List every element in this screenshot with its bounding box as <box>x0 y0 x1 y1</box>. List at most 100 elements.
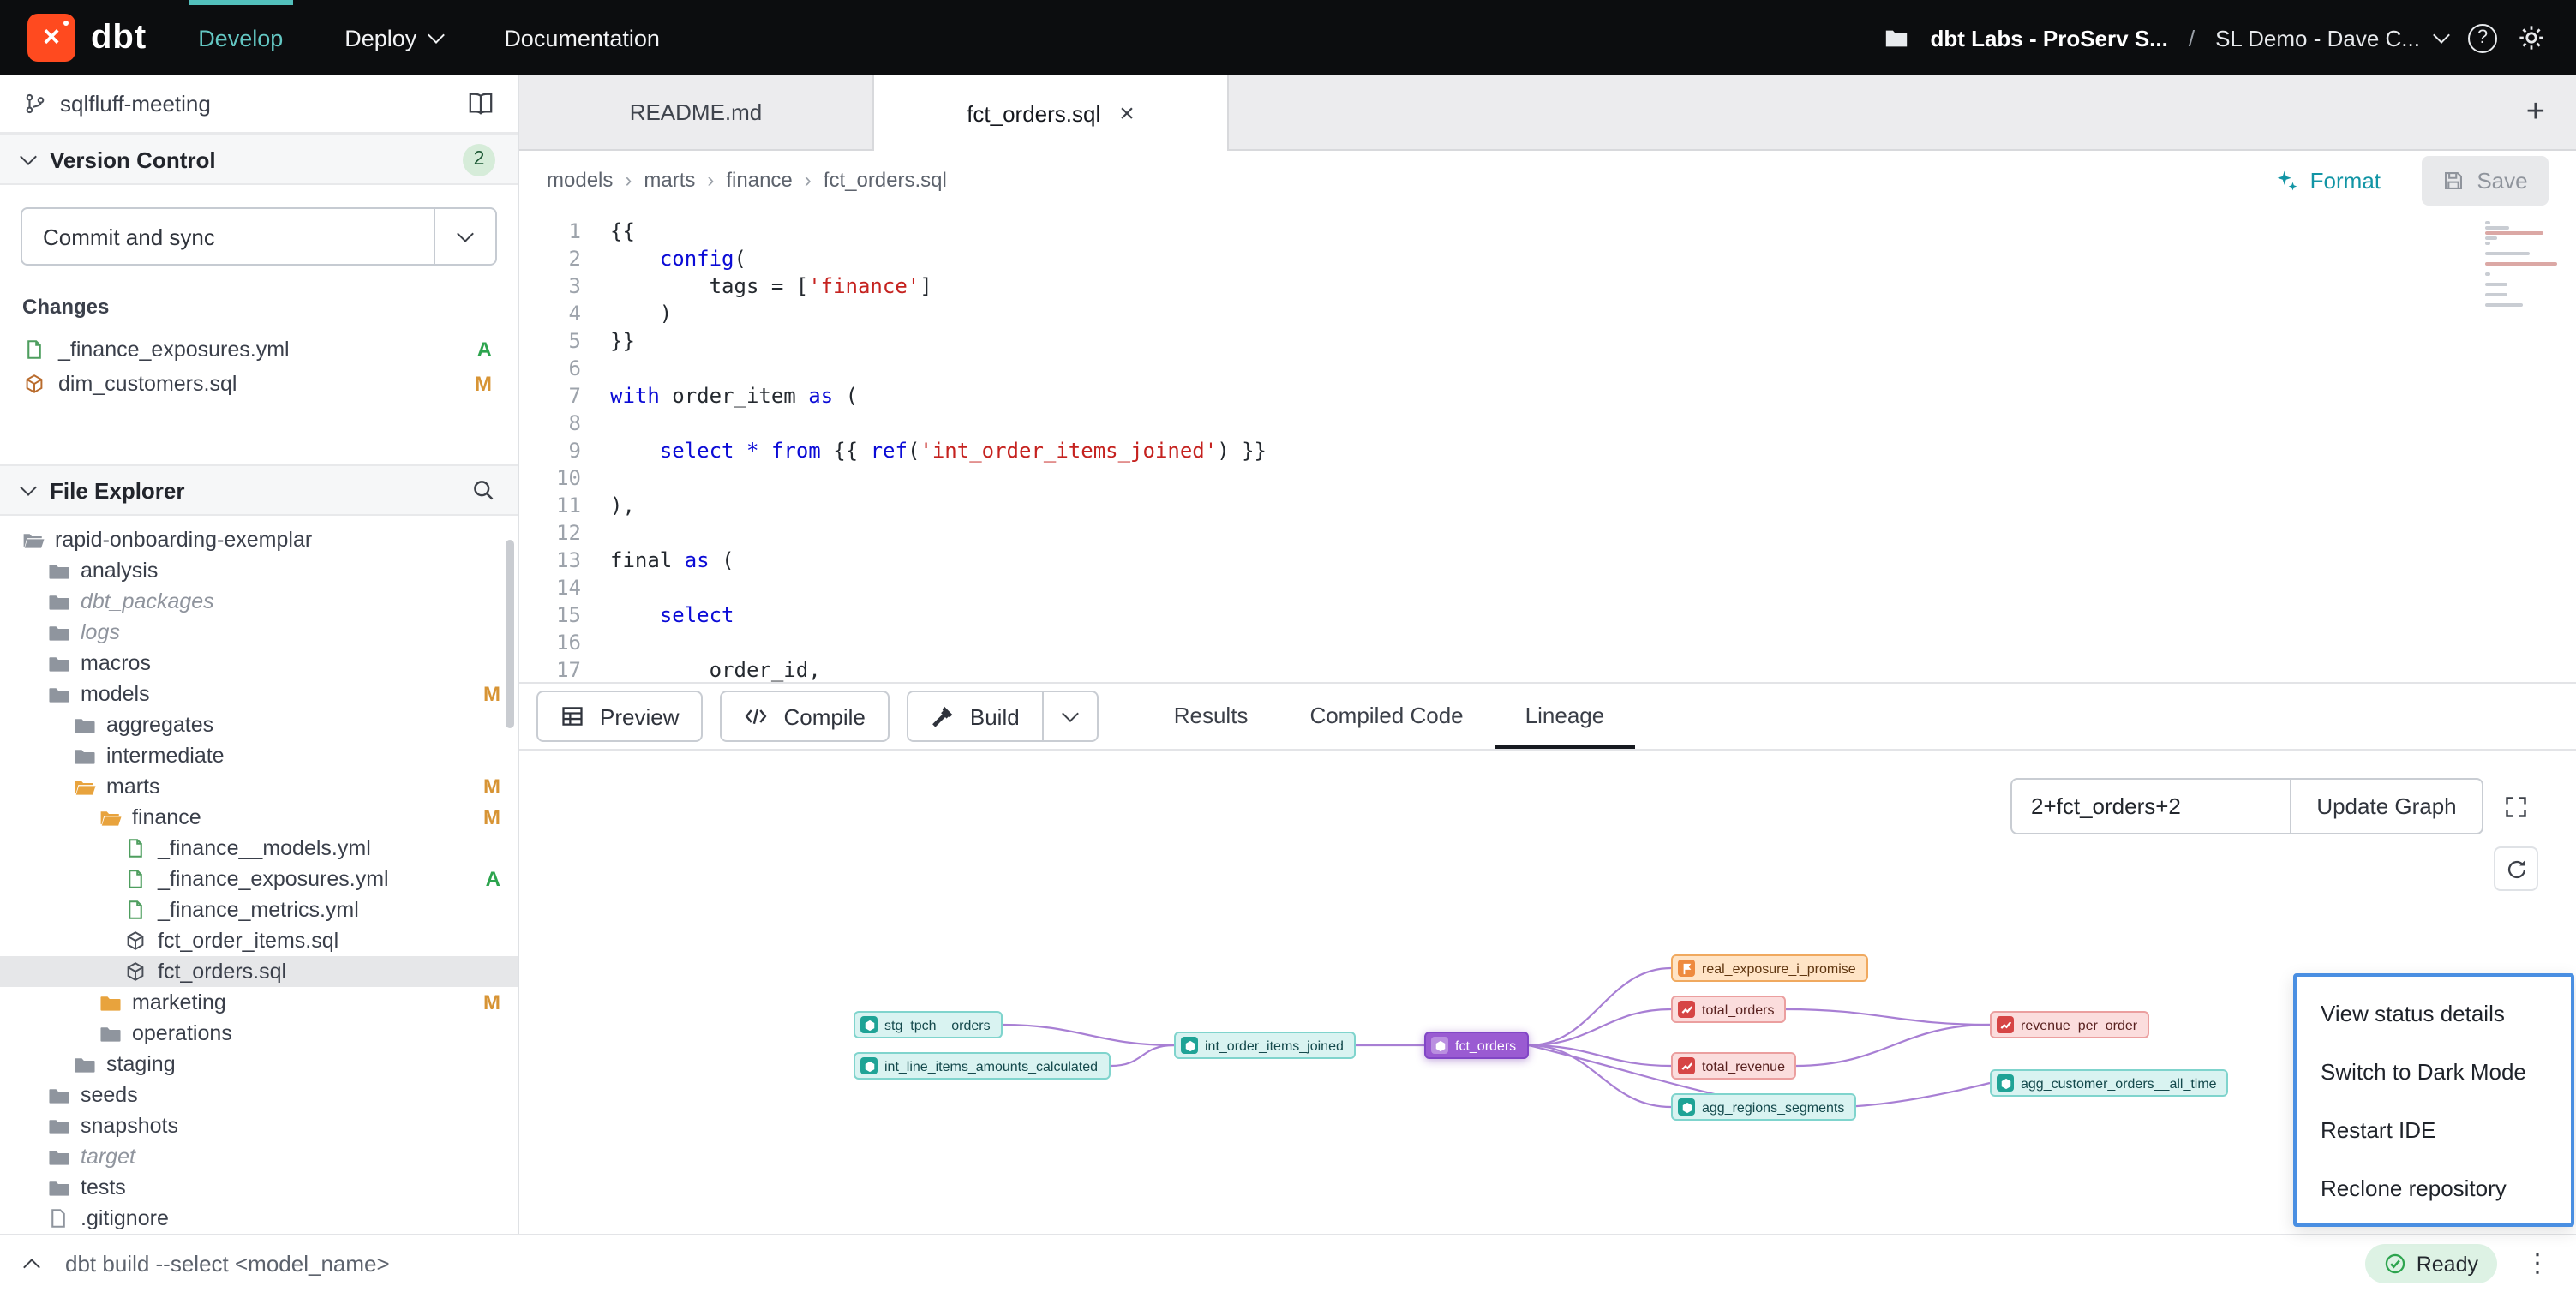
project-name[interactable]: dbt Labs - ProServ S... <box>1930 25 2167 51</box>
lineage-node-label: int_order_items_joined <box>1205 1038 1344 1053</box>
branch-name: sqlfluff-meeting <box>60 91 211 117</box>
help-icon[interactable]: ? <box>2468 23 2497 52</box>
format-button[interactable]: Format <box>2276 167 2381 193</box>
tab-fct-orders[interactable]: fct_orders.sql × <box>874 75 1229 151</box>
tree-item-aggregates[interactable]: aggregates <box>0 709 518 740</box>
tree-item-seeds[interactable]: seeds <box>0 1080 518 1110</box>
reset-graph-icon[interactable] <box>2494 846 2538 891</box>
nav-documentation[interactable]: Documentation <box>504 0 660 75</box>
menu-item-restart-ide[interactable]: Restart IDE <box>2297 1100 2571 1158</box>
code-line: 13final as ( <box>519 547 2576 574</box>
changed-file-row[interactable]: dim_customers.sql M <box>21 367 497 401</box>
version-control-header[interactable]: Version Control 2 <box>0 134 518 185</box>
expand-command-bar-icon[interactable] <box>26 1254 38 1273</box>
compile-button[interactable]: Compile <box>721 691 890 742</box>
tab-compiled-code[interactable]: Compiled Code <box>1279 684 1494 749</box>
build-options-caret[interactable] <box>1042 692 1097 740</box>
yml-file-icon <box>123 838 147 858</box>
tree-item-tests[interactable]: tests <box>0 1172 518 1203</box>
dbt-command-input[interactable] <box>65 1251 2338 1277</box>
changed-file-row[interactable]: _finance_exposures.yml A <box>21 332 497 367</box>
lineage-node-fct_orders[interactable]: fct_orders <box>1424 1032 1528 1059</box>
nav-develop[interactable]: Develop <box>198 0 283 75</box>
tree-item-label: logs <box>81 620 120 644</box>
lineage-node-label: agg_regions_segments <box>1702 1099 1844 1115</box>
ready-check-icon <box>2384 1253 2406 1275</box>
command-bar: Ready ⋮ <box>0 1234 2576 1292</box>
tree-item-staging[interactable]: staging <box>0 1049 518 1080</box>
tree-item-macros[interactable]: macros <box>0 648 518 679</box>
lineage-node-total_revenue[interactable]: total_revenue <box>1671 1052 1797 1080</box>
settings-gear-icon[interactable] <box>2518 24 2545 51</box>
file-explorer-header[interactable]: File Explorer <box>0 464 518 516</box>
lineage-node-revenue_per_order[interactable]: revenue_per_order <box>1990 1011 2149 1038</box>
code-editor[interactable]: 1{{2 config(3 tags = ['finance']4 )5}}67… <box>519 209 2576 682</box>
environment-selector[interactable]: SL Demo - Dave C... <box>2215 25 2447 51</box>
dbt-cloud-ide: × dbt Develop Deploy Documentation dbt L… <box>0 0 2576 1292</box>
sidebar: sqlfluff-meeting Version Control 2 Commi… <box>0 75 519 1234</box>
commit-and-sync-button[interactable]: Commit and sync <box>21 207 497 266</box>
lineage-node-real_exposure_i_promise[interactable]: real_exposure_i_promise <box>1671 954 1868 982</box>
breadcrumb[interactable]: finance <box>726 168 792 192</box>
menu-item-reclone-repository[interactable]: Reclone repository <box>2297 1158 2571 1217</box>
tree-item-snapshots[interactable]: snapshots <box>0 1110 518 1141</box>
code-line: 1{{ <box>519 218 2576 245</box>
breadcrumb[interactable]: marts <box>644 168 695 192</box>
breadcrumb-separator: › <box>805 168 812 192</box>
dbt-logo[interactable]: × dbt <box>0 0 198 75</box>
tab-results[interactable]: Results <box>1143 684 1279 749</box>
lineage-node-agg_customer_orders__all_time[interactable]: agg_customer_orders__all_time <box>1990 1069 2229 1097</box>
tree-item-rapid-onboarding-exemplar[interactable]: rapid-onboarding-exemplar <box>0 524 518 555</box>
tab-readme[interactable]: README.md <box>519 75 874 149</box>
fullscreen-icon[interactable] <box>2494 785 2538 829</box>
update-graph-button[interactable]: Update Graph <box>2290 778 2483 834</box>
lineage-node-total_orders[interactable]: total_orders <box>1671 996 1787 1023</box>
tree-item-fct_orders.sql[interactable]: fct_orders.sql <box>0 956 518 987</box>
lineage-node-int_line_items_amounts_calculated[interactable]: int_line_items_amounts_calculated <box>854 1052 1110 1080</box>
folder-icon <box>98 991 122 1014</box>
folder-icon <box>46 1145 70 1168</box>
tab-lineage[interactable]: Lineage <box>1495 684 1636 749</box>
search-icon[interactable] <box>471 478 495 502</box>
tree-item-marts[interactable]: martsM <box>0 771 518 802</box>
git-status-badge: A <box>477 338 492 362</box>
tree-item-intermediate[interactable]: intermediate <box>0 740 518 771</box>
close-tab-icon[interactable]: × <box>1119 100 1135 126</box>
tree-item-marketing[interactable]: marketingM <box>0 987 518 1018</box>
yml-file-icon <box>22 339 46 360</box>
tree-item-label: tests <box>81 1175 126 1199</box>
breadcrumb[interactable]: models <box>547 168 613 192</box>
lineage-node-agg_regions_segments[interactable]: agg_regions_segments <box>1671 1093 1856 1121</box>
docs-book-icon[interactable] <box>468 91 494 117</box>
tree-item-finance[interactable]: financeM <box>0 802 518 833</box>
menu-item-view-status-details[interactable]: View status details <box>2297 984 2571 1042</box>
tree-item-logs[interactable]: logs <box>0 617 518 648</box>
commit-options-caret[interactable] <box>434 209 495 264</box>
breadcrumb-separator: › <box>625 168 632 192</box>
tree-item-.gitignore[interactable]: .gitignore <box>0 1203 518 1234</box>
file-tree: rapid-onboarding-exemplaranalysisdbt_pac… <box>0 524 518 1234</box>
build-button[interactable]: Build <box>908 692 1042 740</box>
sidebar-scrollbar[interactable] <box>506 540 514 728</box>
tree-item-target[interactable]: target <box>0 1141 518 1172</box>
breadcrumb[interactable]: fct_orders.sql <box>824 168 947 192</box>
lineage-node-stg_tpch__orders[interactable]: stg_tpch__orders <box>854 1011 1003 1038</box>
tree-item-_finance_metrics.yml[interactable]: _finance_metrics.yml <box>0 894 518 925</box>
tree-item-_finance_exposures.yml[interactable]: _finance_exposures.ymlA <box>0 864 518 894</box>
tree-item-dbt_packages[interactable]: dbt_packages <box>0 586 518 617</box>
tree-item-fct_order_items.sql[interactable]: fct_order_items.sql <box>0 925 518 956</box>
tree-item-models[interactable]: modelsM <box>0 679 518 709</box>
tree-item-analysis[interactable]: analysis <box>0 555 518 586</box>
editor-minimap[interactable] <box>2485 221 2561 308</box>
tree-item-_finance__models.yml[interactable]: _finance__models.yml <box>0 833 518 864</box>
nav-deploy[interactable]: Deploy <box>344 0 442 75</box>
kebab-menu-icon[interactable]: ⋮ <box>2525 1251 2550 1277</box>
lineage-node-int_order_items_joined[interactable]: int_order_items_joined <box>1174 1032 1356 1059</box>
tree-item-operations[interactable]: operations <box>0 1018 518 1049</box>
git-branch-row[interactable]: sqlfluff-meeting <box>0 75 518 134</box>
menu-item-switch-dark-mode[interactable]: Switch to Dark Mode <box>2297 1042 2571 1100</box>
new-tab-button[interactable]: + <box>2495 96 2576 129</box>
lineage-selector-input[interactable] <box>2010 778 2290 834</box>
save-button[interactable]: Save <box>2422 155 2549 205</box>
preview-button[interactable]: Preview <box>536 691 704 742</box>
